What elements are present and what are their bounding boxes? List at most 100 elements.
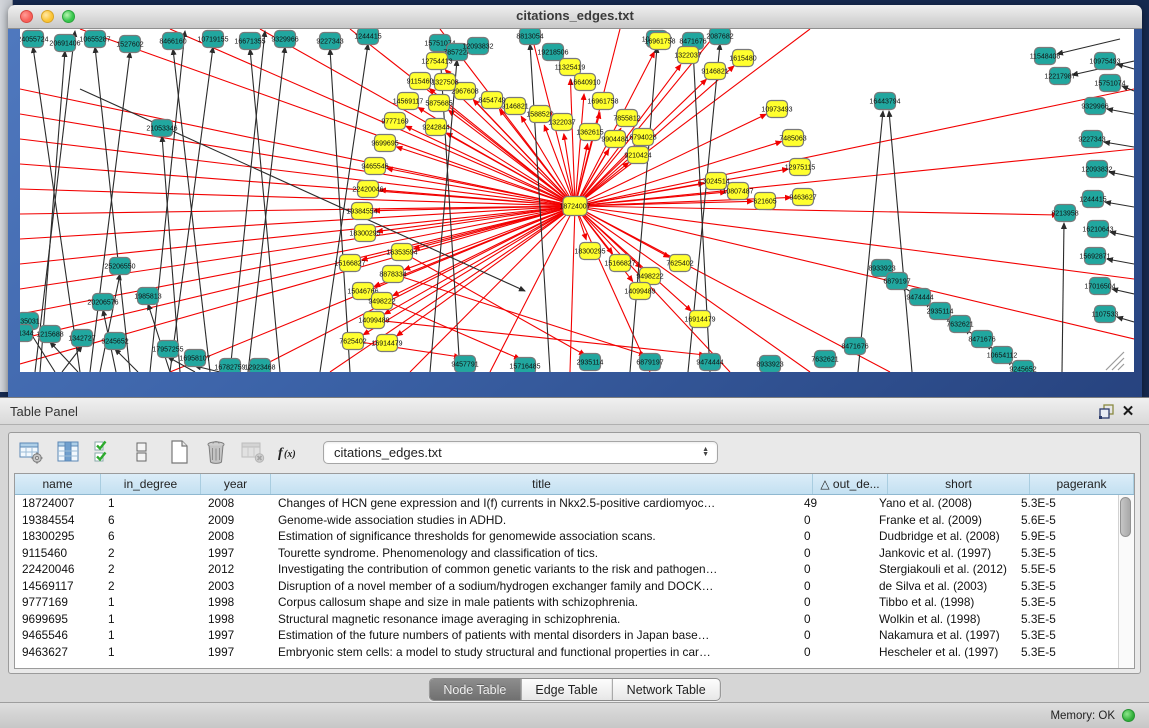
table-row[interactable]: 1830029562008Estimation of significance …: [15, 528, 1118, 545]
graph-node[interactable]: 15692871: [1079, 248, 1110, 265]
graph-node[interactable]: 7632621: [811, 351, 838, 368]
table-row[interactable]: 977716911998Corpus callosum shape and si…: [15, 594, 1118, 611]
close-panel-button[interactable]: ✕: [1117, 402, 1139, 420]
tab-network-table[interactable]: Network Table: [613, 679, 720, 700]
graph-node[interactable]: 18300295: [574, 243, 605, 260]
graph-node[interactable]: 9777169: [381, 113, 408, 130]
graph-node[interactable]: 1215688: [36, 326, 63, 343]
graph-node[interactable]: 1244415: [354, 29, 381, 45]
graph-node[interactable]: 9904484: [601, 131, 628, 148]
graph-node[interactable]: 1244415: [1079, 191, 1106, 208]
table-settings-button[interactable]: [17, 438, 45, 466]
graph-node[interactable]: 1527602: [116, 36, 143, 53]
graph-node[interactable]: 9474444: [696, 354, 723, 371]
table-row[interactable]: 1456911722003Disruption of a novel membe…: [15, 578, 1118, 595]
select-all-button[interactable]: [91, 438, 119, 466]
graph-node[interactable]: 11548408: [1030, 48, 1061, 65]
graph-node[interactable]: 6879197: [883, 273, 910, 290]
graph-node[interactable]: 20691406: [49, 35, 80, 52]
graph-node[interactable]: 16961758: [587, 93, 618, 110]
graph-node[interactable]: 1985813: [134, 288, 161, 305]
graph-node[interactable]: 2087682: [706, 29, 733, 45]
graph-node[interactable]: 12217987: [1044, 68, 1075, 85]
graph-node[interactable]: 7632621: [946, 316, 973, 333]
table-row[interactable]: 1872400712008Changes of HCN gene express…: [15, 495, 1118, 512]
graph-node[interactable]: 16782759: [214, 359, 245, 373]
graph-node[interactable]: 6879197: [636, 354, 663, 371]
graph-node[interactable]: 8471676: [841, 338, 868, 355]
graph-node[interactable]: 15751074: [1094, 75, 1125, 92]
graph-node[interactable]: 1322037: [548, 114, 575, 131]
graph-node[interactable]: 9498222: [368, 293, 395, 310]
graph-node[interactable]: 2935114: [577, 354, 604, 371]
graph-node[interactable]: 16671355: [234, 33, 265, 50]
graph-node[interactable]: 10975493: [1089, 53, 1120, 70]
window-titlebar[interactable]: citations_edges.txt: [8, 5, 1142, 29]
graph-node[interactable]: 9210424: [624, 147, 651, 164]
graph-node[interactable]: 8813054: [516, 29, 543, 45]
graph-node[interactable]: 1362615: [576, 124, 603, 141]
graph-node[interactable]: 10655287: [79, 31, 110, 48]
graph-node[interactable]: 9474444: [906, 289, 933, 306]
column-header-year[interactable]: year: [201, 474, 271, 494]
graph-node[interactable]: 9465546: [361, 158, 388, 175]
graph-node[interactable]: 9329966: [271, 31, 298, 48]
table-row[interactable]: 2242004622012Investigating the contribut…: [15, 561, 1118, 578]
column-header-out-de-[interactable]: △ out_de...: [813, 474, 888, 494]
graph-node[interactable]: 24055724: [20, 31, 49, 48]
graph-node[interactable]: 9227343: [1078, 131, 1105, 148]
graph-node[interactable]: 12975115: [785, 159, 816, 176]
graph-node[interactable]: 9245652: [1009, 361, 1036, 373]
column-header-in-degree[interactable]: in_degree: [101, 474, 201, 494]
graph-node[interactable]: 1327508: [431, 74, 458, 91]
graph-node[interactable]: 9457791: [451, 356, 478, 373]
graph-node[interactable]: 22420046: [352, 181, 383, 198]
table-row[interactable]: 969969511998Structural magnetic resonanc…: [15, 611, 1118, 628]
table-row[interactable]: 1938455462009Genome-wide association stu…: [15, 512, 1118, 529]
graph-node[interactable]: 7485063: [779, 130, 806, 147]
graph-node[interactable]: 16914479: [684, 311, 715, 328]
show-column-button[interactable]: [54, 438, 82, 466]
graph-node[interactable]: 9699695: [371, 135, 398, 152]
graph-node[interactable]: 8466160: [159, 33, 186, 50]
delete-table-button[interactable]: [202, 438, 230, 466]
column-header-name[interactable]: name: [15, 474, 101, 494]
graph-node[interactable]: 16443794: [869, 93, 900, 110]
graph-node[interactable]: 1107533: [1092, 306, 1119, 323]
delete-column-button[interactable]: [239, 438, 267, 466]
table-row[interactable]: 911546021997Tourette syndrome. Phenomeno…: [15, 545, 1118, 562]
scrollbar-thumb[interactable]: [1120, 497, 1131, 537]
graph-node[interactable]: 9245652: [101, 333, 128, 350]
tab-node-table[interactable]: Node Table: [429, 679, 521, 700]
graph-node[interactable]: 6794028: [629, 129, 656, 146]
graph-node[interactable]: 14569117: [393, 93, 424, 110]
graph-node[interactable]: 2935114: [927, 303, 954, 320]
graph-node[interactable]: 16210643: [1082, 221, 1113, 238]
graph-node[interactable]: 15716485: [509, 358, 540, 373]
float-panel-button[interactable]: [1095, 402, 1117, 420]
resize-grip[interactable]: [1112, 358, 1124, 370]
graph-node[interactable]: 1342727: [68, 330, 95, 347]
graph-node[interactable]: 18724007: [559, 197, 590, 216]
graph-node[interactable]: 17016504: [1084, 278, 1115, 295]
graph-node[interactable]: 10973493: [761, 101, 792, 118]
graph-node[interactable]: 8471676: [968, 331, 995, 348]
graph-node[interactable]: 9463627: [789, 189, 816, 206]
column-header-title[interactable]: title: [271, 474, 813, 494]
graph-node[interactable]: 12093832: [1081, 161, 1112, 178]
graph-node[interactable]: 10719155: [197, 31, 228, 48]
graph-node[interactable]: 3024514: [702, 173, 729, 190]
column-header-pagerank[interactable]: pagerank: [1030, 474, 1134, 494]
new-column-button[interactable]: [165, 438, 193, 466]
graph-node[interactable]: 7625402: [666, 255, 693, 272]
table-row[interactable]: 946554611997Estimation of the future num…: [15, 627, 1118, 644]
network-canvas[interactable]: 240557242069140610655287 1527602 8466160 10…: [20, 29, 1134, 372]
graph-node[interactable]: 1322037: [674, 47, 701, 64]
rows-button[interactable]: [128, 438, 156, 466]
function-builder-button[interactable]: f (x): [276, 438, 304, 466]
graph-node[interactable]: 8213958: [1051, 205, 1078, 222]
table-select-dropdown[interactable]: citations_edges.txt ▲▼: [323, 441, 718, 464]
graph-node[interactable]: 9227343: [316, 33, 343, 50]
graph-node[interactable]: 16958107: [179, 350, 210, 367]
graph-node[interactable]: 9329966: [1081, 98, 1108, 115]
